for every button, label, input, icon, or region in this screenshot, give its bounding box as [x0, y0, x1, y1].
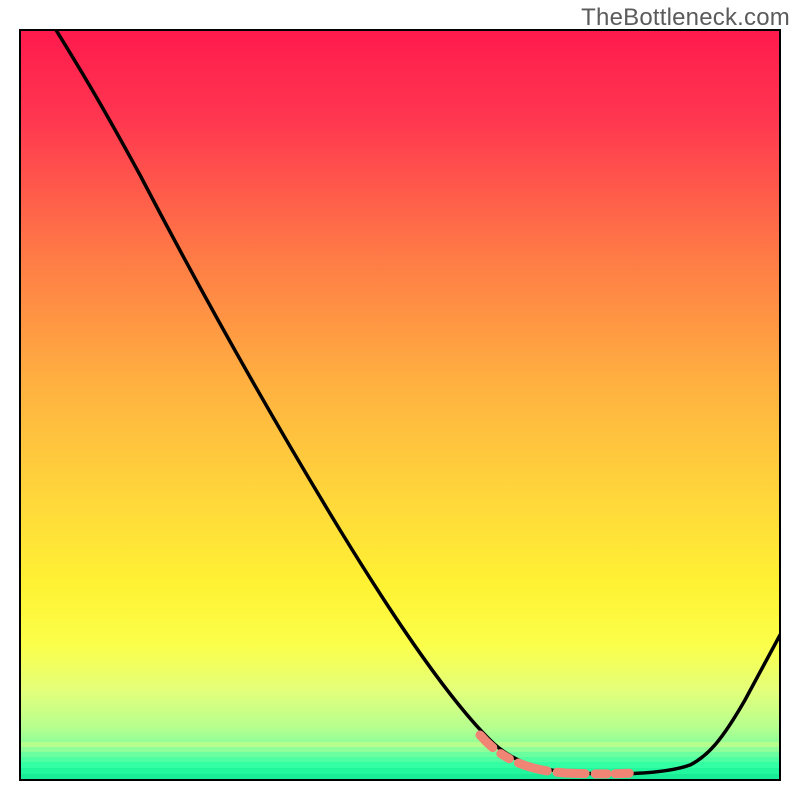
bottleneck-chart	[0, 0, 800, 800]
chart-container: TheBottleneck.com	[0, 0, 800, 800]
green-strata	[20, 742, 780, 780]
watermark-label: TheBottleneck.com	[581, 4, 790, 32]
plot-gradient-background	[20, 30, 780, 780]
